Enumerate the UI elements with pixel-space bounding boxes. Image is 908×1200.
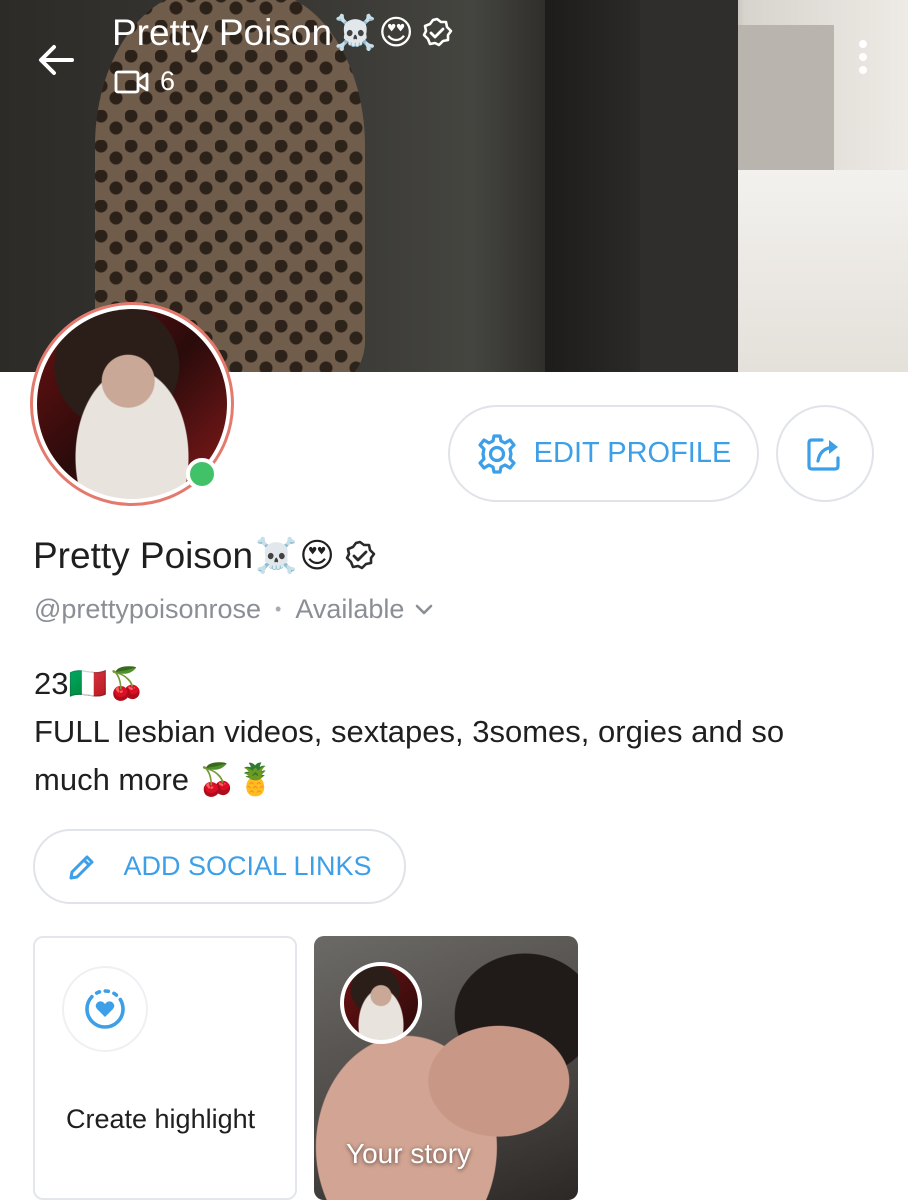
heart-circle-icon bbox=[85, 989, 125, 1029]
heart-eyes-emoji: 😍 bbox=[378, 14, 414, 52]
back-button[interactable] bbox=[28, 35, 84, 85]
handle-row: @prettypoisonrose • Available bbox=[34, 594, 434, 625]
create-highlight-label: Create highlight bbox=[66, 1104, 256, 1134]
profile-bio: 23🇮🇹🍒 FULL lesbian videos, sextapes, 3so… bbox=[34, 660, 854, 804]
bio-line: FULL lesbian videos, sextapes, 3somes, o… bbox=[34, 714, 785, 797]
online-status-indicator bbox=[186, 458, 218, 490]
video-camera-icon bbox=[114, 70, 149, 93]
separator-dot: • bbox=[275, 599, 282, 619]
more-vertical-icon bbox=[859, 40, 867, 48]
availability-status-label: Available bbox=[295, 594, 405, 624]
cover-bed bbox=[738, 170, 908, 372]
add-social-links-label: ADD SOCIAL LINKS bbox=[123, 851, 372, 881]
edit-profile-label: EDIT PROFILE bbox=[533, 437, 732, 469]
more-options-button[interactable] bbox=[846, 36, 880, 78]
header-title-text: Pretty Poison bbox=[112, 12, 333, 53]
profile-name-text: Pretty Poison bbox=[33, 535, 254, 576]
cover-wall bbox=[640, 0, 738, 372]
arrow-left-icon bbox=[39, 45, 74, 75]
cover-doorframe bbox=[545, 0, 640, 372]
share-icon bbox=[807, 437, 840, 471]
profile-name: Pretty Poison ☠️ 😍 bbox=[33, 535, 377, 577]
media-count: 6 bbox=[114, 66, 175, 97]
media-count-value: 6 bbox=[160, 66, 176, 96]
add-social-links-button[interactable]: ADD SOCIAL LINKS bbox=[33, 829, 406, 904]
highlight-icon-wrap bbox=[64, 968, 146, 1050]
cover-lamp bbox=[738, 25, 834, 175]
verified-badge-icon bbox=[345, 540, 376, 570]
heart-eyes-emoji: 😍 bbox=[299, 537, 335, 575]
your-story-card[interactable]: Your story bbox=[314, 936, 578, 1200]
username-handle: @prettypoisonrose bbox=[34, 594, 262, 624]
pencil-icon bbox=[69, 855, 94, 879]
skull-emoji: ☠️ bbox=[334, 14, 377, 52]
verified-badge-icon bbox=[422, 17, 453, 47]
share-profile-button[interactable] bbox=[776, 405, 874, 502]
skull-emoji: ☠️ bbox=[255, 537, 298, 575]
story-avatar bbox=[340, 962, 422, 1044]
availability-status-dropdown[interactable]: Available bbox=[295, 594, 434, 625]
edit-profile-button[interactable]: EDIT PROFILE bbox=[448, 405, 759, 502]
bio-line: 23🇮🇹🍒 bbox=[34, 666, 146, 701]
gear-icon bbox=[478, 433, 516, 474]
chevron-down-icon bbox=[416, 604, 433, 614]
your-story-label: Your story bbox=[346, 1138, 472, 1169]
header-title: Pretty Poison ☠️ 😍 bbox=[112, 12, 454, 54]
create-highlight-card[interactable]: Create highlight bbox=[33, 936, 297, 1200]
